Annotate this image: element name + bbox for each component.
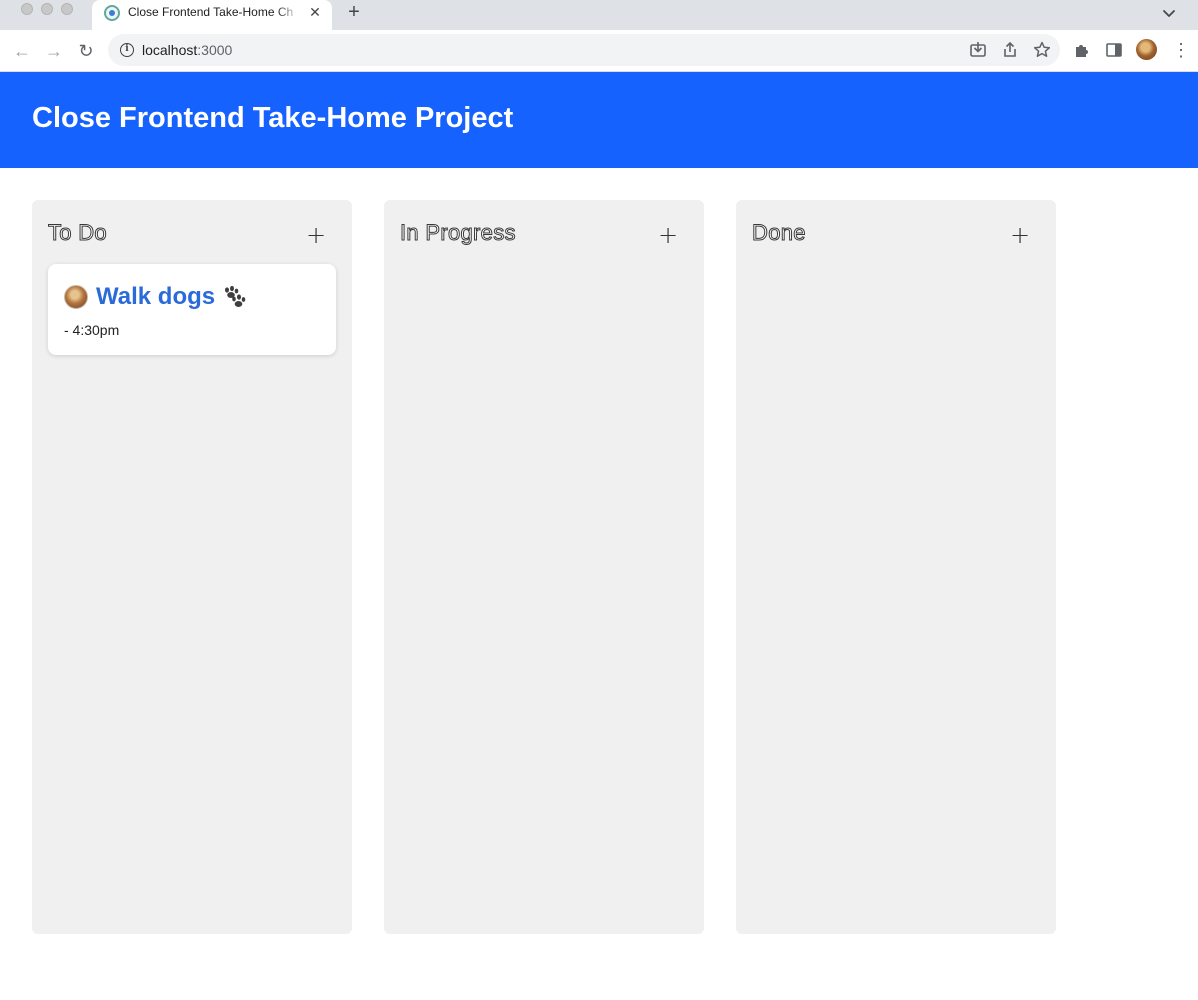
reload-button[interactable]: ↻ (74, 39, 98, 63)
new-tab-button[interactable]: + (343, 2, 365, 24)
tab-favicon-icon (104, 5, 120, 21)
task-card[interactable]: Walk dogs - 4:30pm (48, 264, 336, 355)
column-done: Done + (736, 200, 1056, 934)
url-host: localhost (142, 42, 198, 58)
paws-icon (225, 285, 246, 307)
page-title: Close Frontend Take-Home Project (32, 102, 514, 134)
column-in-progress: In Progress + (384, 200, 704, 934)
share-icon[interactable] (1000, 40, 1020, 60)
task-time: - 4:30pm (64, 322, 120, 338)
browser-toolbar: ← → ↻ i localhost:3000 ⋮ (0, 30, 1198, 72)
column-title: In Progress (400, 220, 516, 246)
task-title[interactable]: Walk dogs (96, 283, 215, 311)
column-title: Done (752, 220, 806, 246)
forward-button[interactable]: → (42, 39, 66, 63)
window-minimize-button[interactable] (41, 3, 53, 15)
column-todo: To Do + Walk dogs - 4:30pm (32, 200, 352, 934)
app-header: Close Frontend Take-Home Project (0, 72, 1198, 168)
add-card-button[interactable]: + (304, 223, 328, 248)
back-button[interactable]: ← (10, 39, 34, 63)
browser-tab-active[interactable]: Close Frontend Take-Home Ch ✕ (92, 0, 332, 30)
url-text[interactable]: localhost:3000 (142, 42, 232, 58)
tab-close-icon[interactable]: ✕ (306, 3, 324, 21)
site-info-icon[interactable]: i (120, 43, 134, 57)
assignee-avatar (64, 285, 88, 309)
browser-tabstrip: Close Frontend Take-Home Ch ✕ + (0, 0, 1198, 30)
bookmark-star-icon[interactable] (1032, 40, 1052, 60)
extensions-puzzle-icon[interactable] (1072, 40, 1092, 60)
url-port: :3000 (197, 42, 233, 58)
side-panel-icon[interactable] (1104, 40, 1124, 60)
column-title: To Do (48, 220, 108, 246)
window-close-button[interactable] (21, 3, 33, 15)
window-zoom-button[interactable] (61, 3, 73, 15)
address-bar[interactable]: i localhost:3000 (108, 34, 1060, 66)
browser-menu-icon[interactable]: ⋮ (1172, 39, 1190, 61)
install-app-icon[interactable] (968, 40, 988, 60)
add-card-button[interactable]: + (1008, 223, 1032, 248)
tab-search-chevron-icon[interactable] (1160, 4, 1178, 22)
add-card-button[interactable]: + (656, 223, 680, 248)
tab-title: Close Frontend Take-Home Ch (128, 5, 294, 19)
profile-avatar[interactable] (1136, 39, 1157, 60)
